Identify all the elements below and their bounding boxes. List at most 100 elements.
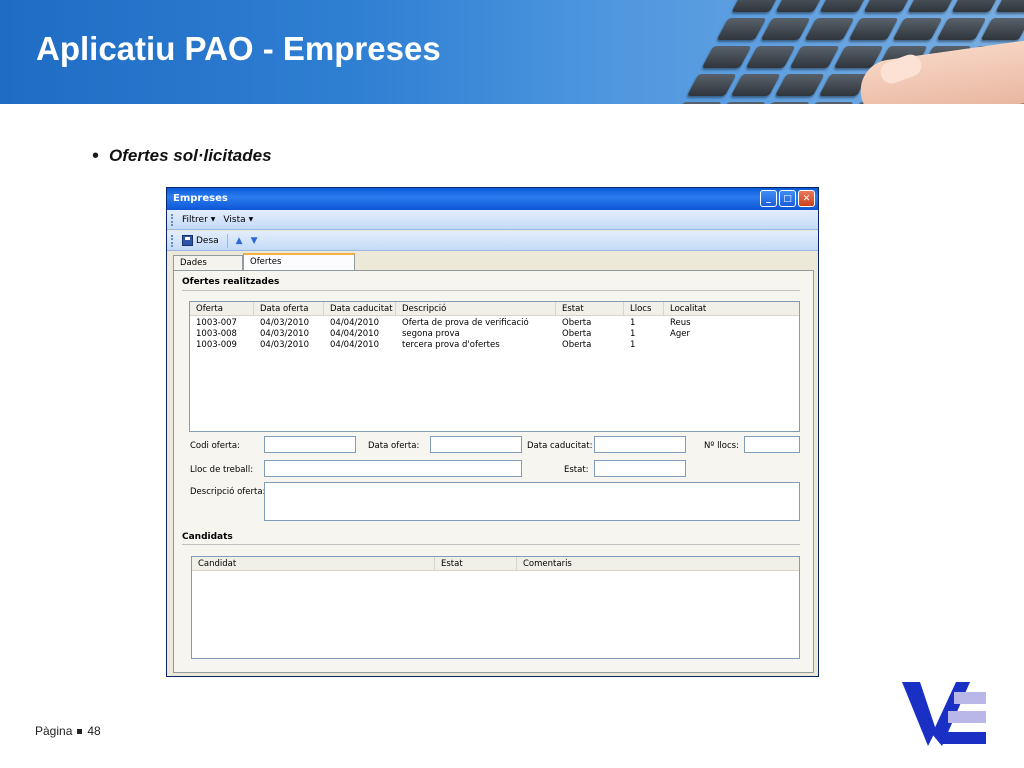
column-header-comentaris[interactable]: Comentaris: [517, 557, 799, 570]
menu-vista[interactable]: Vista ▼: [223, 215, 253, 225]
tab-strip: Dades empresa Ofertes: [173, 253, 355, 278]
column-header-descripcio[interactable]: Descripció: [396, 302, 556, 315]
cell-localitat: Reus: [670, 318, 691, 328]
cell-estat: Oberta: [562, 340, 592, 350]
cell-descripcio: tercera prova d'ofertes: [402, 340, 500, 350]
page-number: 48: [87, 724, 101, 738]
cell-data-oferta: 04/03/2010: [260, 318, 309, 328]
offers-list[interactable]: Oferta Data oferta Data caducitat Descri…: [189, 301, 800, 432]
column-header-data-caducitat[interactable]: Data caducitat: [324, 302, 396, 315]
candidates-group-divider: [182, 544, 800, 545]
save-icon: [182, 235, 193, 246]
codi-oferta-input[interactable]: [264, 436, 356, 453]
maximize-button[interactable]: □: [779, 190, 796, 207]
save-label: Desa: [196, 235, 219, 246]
column-header-estat[interactable]: Estat: [435, 557, 517, 570]
ofertes-tab-panel: Ofertes realitzades Oferta Data oferta D…: [173, 270, 814, 673]
lloc-treball-input[interactable]: [264, 460, 522, 477]
menu-filtrer-label: Filtrer: [182, 214, 208, 225]
window-titlebar[interactable]: Empreses _ □ ✕: [167, 188, 818, 210]
page-label: Pàgina: [35, 724, 73, 738]
table-row[interactable]: 1003-007 04/03/2010 04/04/2010 Oferta de…: [190, 318, 799, 329]
save-button[interactable]: Desa: [182, 235, 219, 246]
close-icon: ✕: [802, 193, 811, 204]
column-header-estat[interactable]: Estat: [556, 302, 624, 315]
menu-vista-label: Vista: [223, 214, 246, 225]
cell-llocs: 1: [630, 318, 636, 328]
cell-estat: Oberta: [562, 318, 592, 328]
cell-localitat: Àger: [670, 329, 690, 339]
slide-title: Aplicatiu PAO - Empreses: [36, 30, 441, 67]
app-window: Empreses _ □ ✕ Filtrer ▼ Vista ▼ Desa ▲ …: [166, 187, 819, 677]
tab-ofertes[interactable]: Ofertes: [243, 253, 355, 271]
square-bullet-icon: [77, 728, 83, 734]
slide-header: Aplicatiu PAO - Empreses: [0, 0, 1024, 104]
cell-oferta: 1003-009: [196, 340, 237, 350]
column-header-candidat[interactable]: Candidat: [192, 557, 435, 570]
cell-oferta: 1003-007: [196, 318, 237, 328]
offers-group-title: Ofertes realitzades: [182, 277, 280, 287]
cell-data-caducitat: 04/04/2010: [330, 340, 379, 350]
data-caducitat-label: Data caducitat:: [527, 441, 593, 451]
logo-bar-middle: [948, 711, 986, 723]
arrow-up-icon[interactable]: ▲: [236, 236, 243, 246]
menu-filtrer[interactable]: Filtrer ▼: [182, 215, 215, 225]
arrow-down-icon[interactable]: ▼: [251, 236, 258, 246]
data-oferta-label: Data oferta:: [368, 441, 420, 451]
window-title: Empreses: [173, 193, 228, 204]
close-button[interactable]: ✕: [798, 190, 815, 207]
candidates-list-header: Candidat Estat Comentaris: [192, 557, 799, 571]
offers-group-divider: [182, 290, 800, 291]
toolbar-separator: [226, 233, 228, 248]
toolbar-grip-icon[interactable]: [171, 234, 174, 247]
logo-bar-bottom: [942, 732, 986, 744]
lloc-treball-label: Lloc de treball:: [190, 465, 254, 475]
estat-label: Estat:: [564, 465, 589, 475]
logo-bar-top: [954, 692, 986, 704]
minimize-icon: _: [766, 193, 771, 204]
chevron-down-icon: ▼: [248, 216, 254, 223]
bullet-dot-icon: •: [92, 145, 100, 167]
tab-dades-empresa[interactable]: Dades empresa: [173, 255, 243, 278]
bullet-line: • Ofertes sol·licitades: [92, 146, 272, 166]
menubar-grip-icon[interactable]: [171, 213, 174, 226]
logo-icon: [902, 682, 986, 746]
cell-oferta: 1003-008: [196, 329, 237, 339]
data-caducitat-input[interactable]: [594, 436, 686, 453]
cell-llocs: 1: [630, 329, 636, 339]
cell-data-oferta: 04/03/2010: [260, 340, 309, 350]
menubar: Filtrer ▼ Vista ▼: [167, 210, 818, 230]
cell-data-caducitat: 04/04/2010: [330, 329, 379, 339]
cell-llocs: 1: [630, 340, 636, 350]
minimize-button[interactable]: _: [760, 190, 777, 207]
column-header-localitat[interactable]: Localitat: [664, 302, 799, 315]
cell-localitat: [664, 340, 799, 351]
estat-input[interactable]: [594, 460, 686, 477]
column-header-llocs[interactable]: Llocs: [624, 302, 664, 315]
descripcio-textarea[interactable]: [264, 482, 800, 521]
maximize-icon: □: [783, 193, 792, 204]
cell-descripcio: segona prova: [402, 329, 460, 339]
table-row[interactable]: 1003-009 04/03/2010 04/04/2010 tercera p…: [190, 340, 799, 351]
column-header-data-oferta[interactable]: Data oferta: [254, 302, 324, 315]
cell-data-oferta: 04/03/2010: [260, 329, 309, 339]
window-controls: _ □ ✕: [760, 190, 815, 207]
chevron-down-icon: ▼: [210, 216, 216, 223]
toolbar: Desa ▲ ▼: [167, 231, 818, 251]
cell-descripcio: Oferta de prova de verificació: [402, 318, 529, 328]
cell-data-caducitat: 04/04/2010: [330, 318, 379, 328]
bullet-text: Ofertes sol·licitades: [109, 146, 272, 165]
codi-oferta-label: Codi oferta:: [190, 441, 240, 451]
table-row[interactable]: 1003-008 04/03/2010 04/04/2010 segona pr…: [190, 329, 799, 340]
candidates-list[interactable]: Candidat Estat Comentaris: [191, 556, 800, 659]
page-indicator: Pàgina 48: [35, 724, 101, 738]
descripcio-label: Descripció oferta:: [190, 487, 266, 497]
n-llocs-label: Nº llocs:: [704, 441, 739, 451]
logo-v-left: [902, 682, 936, 746]
n-llocs-input[interactable]: [744, 436, 800, 453]
offers-list-header: Oferta Data oferta Data caducitat Descri…: [190, 302, 799, 316]
column-header-oferta[interactable]: Oferta: [190, 302, 254, 315]
data-oferta-input[interactable]: [430, 436, 522, 453]
candidates-group-title: Candidats: [182, 532, 233, 542]
cell-estat: Oberta: [562, 329, 592, 339]
